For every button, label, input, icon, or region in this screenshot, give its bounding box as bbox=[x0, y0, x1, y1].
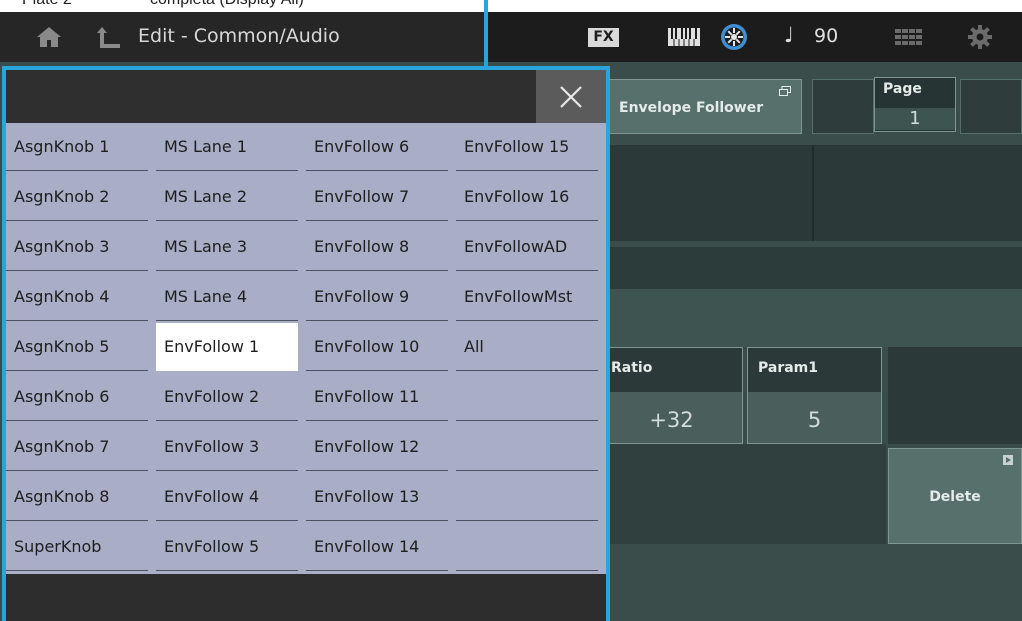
option-item[interactable]: EnvFollow 11 bbox=[306, 373, 448, 421]
option-item[interactable]: MS Lane 1 bbox=[156, 123, 298, 171]
page-selector[interactable]: Page 1 bbox=[874, 77, 956, 132]
option-item[interactable]: EnvFollow 4 bbox=[156, 473, 298, 521]
lower-area bbox=[600, 444, 886, 544]
page-value: 1 bbox=[875, 108, 955, 130]
empty-option-slot bbox=[456, 423, 598, 471]
option-item[interactable]: EnvFollow 16 bbox=[456, 173, 598, 221]
caption-left: Plate 2 bbox=[22, 0, 72, 9]
ratio-value: +32 bbox=[649, 408, 694, 432]
ratio-knob[interactable]: Ratio +32 bbox=[600, 347, 743, 444]
empty-slot bbox=[888, 347, 1022, 444]
popup-header bbox=[6, 70, 606, 123]
keyboard-icon[interactable] bbox=[668, 28, 700, 46]
grid-icon[interactable] bbox=[895, 29, 923, 45]
option-item[interactable]: AsgnKnob 4 bbox=[6, 273, 148, 321]
parameter-area bbox=[600, 145, 1022, 241]
option-item[interactable]: MS Lane 3 bbox=[156, 223, 298, 271]
option-item[interactable]: AsgnKnob 6 bbox=[6, 373, 148, 421]
home-icon[interactable] bbox=[36, 26, 62, 48]
option-item[interactable]: EnvFollow 7 bbox=[306, 173, 448, 221]
empty-option-slot bbox=[456, 523, 598, 571]
param1-value: 5 bbox=[807, 408, 822, 432]
option-item[interactable]: AsgnKnob 3 bbox=[6, 223, 148, 271]
option-item[interactable]: EnvFollow 12 bbox=[306, 423, 448, 471]
fx-icon[interactable]: FX bbox=[588, 28, 619, 47]
popup-window-icon bbox=[779, 86, 791, 96]
status-bar bbox=[487, 12, 1022, 62]
motif-icon[interactable] bbox=[720, 23, 748, 51]
gear-icon[interactable] bbox=[968, 25, 992, 49]
page-label: Page bbox=[883, 81, 922, 97]
option-item[interactable]: EnvFollow 9 bbox=[306, 273, 448, 321]
option-item[interactable]: EnvFollow 3 bbox=[156, 423, 298, 471]
option-item[interactable]: EnvFollow 2 bbox=[156, 373, 298, 421]
close-icon bbox=[560, 86, 582, 108]
option-item[interactable]: AsgnKnob 2 bbox=[6, 173, 148, 221]
option-item[interactable]: SuperKnob bbox=[6, 523, 148, 571]
callout-line bbox=[484, 0, 488, 66]
option-item[interactable]: AsgnKnob 7 bbox=[6, 423, 148, 471]
option-item[interactable]: All bbox=[456, 323, 598, 371]
delete-button[interactable]: Delete bbox=[888, 448, 1022, 544]
option-item-selected[interactable]: EnvFollow 1 bbox=[156, 323, 298, 371]
param1-knob[interactable]: Param1 5 bbox=[747, 347, 882, 444]
option-item[interactable]: EnvFollow 15 bbox=[456, 123, 598, 171]
screen-title: Edit - Common/Audio bbox=[138, 25, 340, 47]
option-item[interactable]: EnvFollow 8 bbox=[306, 223, 448, 271]
popup-footer bbox=[6, 574, 606, 621]
option-item[interactable]: AsgnKnob 1 bbox=[6, 123, 148, 171]
caption: Plate 2 completa (Display All) bbox=[0, 0, 1022, 11]
ratio-label: Ratio bbox=[611, 360, 653, 376]
tempo-value[interactable]: 90 bbox=[814, 25, 838, 47]
option-item[interactable]: EnvFollow 14 bbox=[306, 523, 448, 571]
option-item[interactable]: EnvFollow 13 bbox=[306, 473, 448, 521]
option-item[interactable]: EnvFollowMst bbox=[456, 273, 598, 321]
option-item[interactable]: EnvFollow 10 bbox=[306, 323, 448, 371]
close-button[interactable] bbox=[536, 70, 606, 123]
option-item[interactable]: AsgnKnob 5 bbox=[6, 323, 148, 371]
option-item[interactable]: EnvFollowAD bbox=[456, 223, 598, 271]
up-arrow-icon[interactable] bbox=[97, 25, 121, 49]
empty-option-slot bbox=[456, 473, 598, 521]
option-item[interactable]: EnvFollow 6 bbox=[306, 123, 448, 171]
option-item[interactable]: MS Lane 4 bbox=[156, 273, 298, 321]
option-item[interactable]: AsgnKnob 8 bbox=[6, 473, 148, 521]
empty-slot bbox=[960, 79, 1022, 134]
parameter-band bbox=[600, 247, 1022, 289]
envelope-follower-button[interactable]: Envelope Follower bbox=[600, 79, 802, 134]
source-select-popup: AsgnKnob 1 AsgnKnob 2 AsgnKnob 3 AsgnKnob 4… bbox=[2, 66, 610, 621]
caption-right: completa (Display All) bbox=[150, 0, 304, 9]
parameter-band bbox=[600, 289, 1022, 347]
empty-slot bbox=[812, 79, 874, 134]
delete-label: Delete bbox=[929, 489, 981, 505]
note-icon: ♩ bbox=[784, 23, 794, 47]
empty-option-slot bbox=[456, 373, 598, 421]
title-bar: Edit - Common/Audio FX ♩ 90 bbox=[0, 12, 1022, 62]
option-item[interactable]: EnvFollow 5 bbox=[156, 523, 298, 571]
param1-label: Param1 bbox=[758, 360, 819, 376]
play-arrow-icon bbox=[1003, 455, 1013, 465]
option-item[interactable]: MS Lane 2 bbox=[156, 173, 298, 221]
envelope-follower-label: Envelope Follower bbox=[619, 100, 764, 116]
